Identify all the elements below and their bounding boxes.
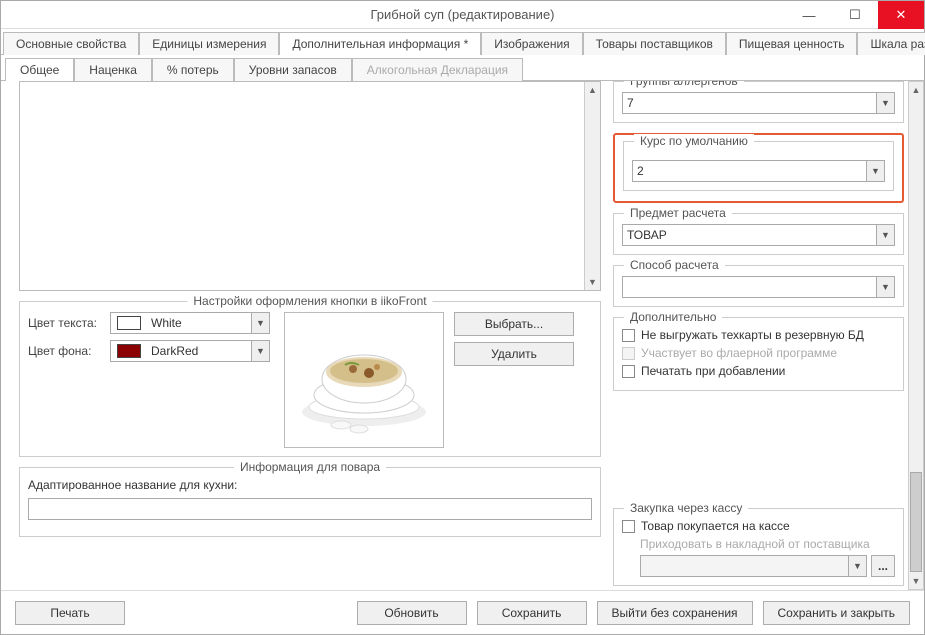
bg-color-label: Цвет фона:	[28, 344, 110, 358]
soup-image-icon	[289, 317, 439, 443]
supplier-browse-button[interactable]: ...	[871, 555, 895, 577]
adapted-name-input[interactable]	[28, 498, 592, 520]
calc-subject-group: Предмет расчета ТОВАР ▼	[613, 213, 904, 255]
default-course-combo[interactable]: 2 ▼	[632, 160, 885, 182]
save-and-close-button[interactable]: Сохранить и закрыть	[763, 601, 910, 625]
scroll-down-icon[interactable]: ▼	[909, 573, 923, 589]
opt-pos-buy-label: Товар покупается на кассе	[641, 519, 790, 533]
text-color-swatch	[117, 316, 141, 330]
tab-size-scale[interactable]: Шкала размеров	[857, 32, 925, 55]
adapted-name-label: Адаптированное название для кухни:	[28, 478, 592, 492]
supplier-invoice-label: Приходовать в накладной от поставщика	[622, 537, 895, 551]
subtab-general[interactable]: Общее	[5, 58, 74, 81]
chevron-down-icon: ▼	[251, 341, 269, 361]
minimize-button[interactable]: —	[786, 1, 832, 29]
tab-additional-info[interactable]: Дополнительная информация *	[279, 32, 481, 55]
opt-print-on-add-label: Печатать при добавлении	[641, 364, 785, 378]
delete-image-button[interactable]: Удалить	[454, 342, 574, 366]
default-course-highlight: Курс по умолчанию 2 ▼	[613, 133, 904, 203]
tab-supplier-goods[interactable]: Товары поставщиков	[583, 32, 726, 55]
tab-units[interactable]: Единицы измерения	[139, 32, 279, 55]
calc-method-group: Способ расчета ▼	[613, 265, 904, 307]
description-textarea[interactable]: ▲ ▼	[19, 81, 601, 291]
subtab-loss-pct[interactable]: % потерь	[152, 58, 234, 81]
allergen-groups-group: Группы аллергенов 7 ▼	[613, 81, 904, 123]
scroll-down-icon[interactable]: ▼	[585, 274, 600, 290]
maximize-button[interactable]: ☐	[832, 1, 878, 29]
opt-no-export-label: Не выгружать техкарты в резервную БД	[641, 328, 864, 342]
opt-flyer-label: Участвует во флаерной программе	[641, 346, 837, 360]
chevron-down-icon: ▼	[876, 277, 894, 297]
content-area: ▲ ▼ Настройки оформления кнопки в iikoFr…	[1, 81, 924, 590]
allergen-groups-legend: Группы аллергенов	[624, 81, 744, 88]
bg-color-swatch	[117, 344, 141, 358]
left-column: ▲ ▼ Настройки оформления кнопки в iikoFr…	[19, 81, 601, 590]
chevron-down-icon: ▼	[848, 556, 866, 576]
subtab-stock-levels[interactable]: Уровни запасов	[234, 58, 352, 81]
subtab-markup[interactable]: Наценка	[74, 58, 152, 81]
allergen-groups-value: 7	[623, 96, 876, 110]
tab-nutrition[interactable]: Пищевая ценность	[726, 32, 858, 55]
default-course-value: 2	[633, 164, 866, 178]
scroll-up-icon[interactable]: ▲	[585, 82, 600, 98]
calc-subject-legend: Предмет расчета	[624, 206, 732, 220]
checkbox-icon[interactable]	[622, 329, 635, 342]
refresh-button[interactable]: Обновить	[357, 601, 467, 625]
checkbox-icon[interactable]	[622, 365, 635, 378]
calc-method-legend: Способ расчета	[624, 258, 725, 272]
default-course-legend: Курс по умолчанию	[634, 134, 754, 148]
scroll-up-icon[interactable]: ▲	[909, 82, 923, 98]
tab-main-props[interactable]: Основные свойства	[3, 32, 139, 55]
chevron-down-icon: ▼	[866, 161, 884, 181]
button-design-legend: Настройки оформления кнопки в iikoFront	[187, 294, 432, 308]
text-color-label: Цвет текста:	[28, 316, 110, 330]
choose-image-button[interactable]: Выбрать...	[454, 312, 574, 336]
right-column: Группы аллергенов 7 ▼ Курс по умолчанию …	[613, 81, 918, 590]
scroll-thumb[interactable]	[910, 472, 922, 572]
opt-flyer-row: Участвует во флаерной программе	[622, 346, 895, 360]
chevron-down-icon: ▼	[876, 93, 894, 113]
footer-bar: Печать Обновить Сохранить Выйти без сохр…	[1, 590, 924, 634]
pos-purchase-legend: Закупка через кассу	[624, 501, 748, 515]
sub-tabstrip: Общее Наценка % потерь Уровни запасов Ал…	[1, 55, 924, 81]
save-button[interactable]: Сохранить	[477, 601, 587, 625]
opt-no-export-row[interactable]: Не выгружать техкарты в резервную БД	[622, 328, 895, 342]
print-button[interactable]: Печать	[15, 601, 125, 625]
close-button[interactable]: ✕	[878, 1, 924, 29]
editor-window: Грибной суп (редактирование) — ☐ ✕ Основ…	[0, 0, 925, 635]
text-color-value: White	[147, 316, 251, 330]
titlebar: Грибной суп (редактирование) — ☐ ✕	[1, 1, 924, 29]
calc-subject-combo[interactable]: ТОВАР ▼	[622, 224, 895, 246]
calc-subject-value: ТОВАР	[623, 228, 876, 242]
bg-color-combo[interactable]: DarkRed ▼	[110, 340, 270, 362]
tab-images[interactable]: Изображения	[481, 32, 582, 55]
allergen-groups-combo[interactable]: 7 ▼	[622, 92, 895, 114]
calc-method-combo[interactable]: ▼	[622, 276, 895, 298]
exit-without-save-button[interactable]: Выйти без сохранения	[597, 601, 753, 625]
subtab-alcohol-declaration: Алкогольная Декларация	[352, 58, 523, 81]
additional-group: Дополнительно Не выгружать техкарты в ре…	[613, 317, 904, 391]
main-tabstrip: Основные свойства Единицы измерения Допо…	[1, 29, 924, 55]
button-design-group: Настройки оформления кнопки в iikoFront …	[19, 301, 601, 457]
checkbox-icon[interactable]	[622, 520, 635, 533]
checkbox-icon	[622, 347, 635, 360]
opt-pos-buy-row[interactable]: Товар покупается на кассе	[622, 519, 895, 533]
window-buttons: — ☐ ✕	[786, 1, 924, 29]
text-color-combo[interactable]: White ▼	[110, 312, 270, 334]
cook-info-group: Информация для повара Адаптированное наз…	[19, 467, 601, 537]
opt-print-on-add-row[interactable]: Печатать при добавлении	[622, 364, 895, 378]
button-preview-image	[284, 312, 444, 448]
chevron-down-icon: ▼	[876, 225, 894, 245]
textarea-scrollbar[interactable]: ▲ ▼	[584, 82, 600, 290]
bg-color-value: DarkRed	[147, 344, 251, 358]
chevron-down-icon: ▼	[251, 313, 269, 333]
page-scrollbar[interactable]: ▲ ▼	[908, 81, 924, 590]
supplier-invoice-combo: ▼	[640, 555, 867, 577]
cook-info-legend: Информация для повара	[234, 460, 386, 474]
pos-purchase-group: Закупка через кассу Товар покупается на …	[613, 508, 904, 586]
additional-legend: Дополнительно	[624, 310, 722, 324]
